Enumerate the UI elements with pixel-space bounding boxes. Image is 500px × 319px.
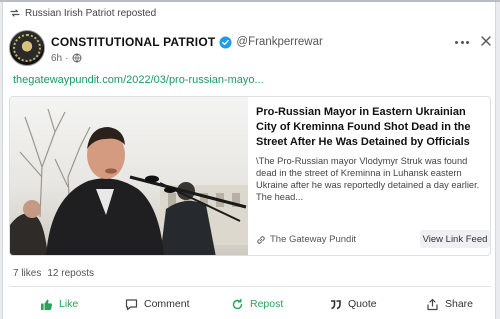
link-icon <box>256 235 266 245</box>
share-button[interactable]: Share <box>426 296 473 312</box>
repost-text: Russian Irish Patriot reposted <box>25 7 157 19</box>
view-link-feed-button[interactable]: View Link Feed <box>420 230 490 248</box>
meta-separator: · <box>65 52 69 64</box>
repost-icon <box>9 7 21 19</box>
link-preview-source-name: The Gateway Pundit <box>270 234 357 245</box>
likes-count[interactable]: 7 likes <box>13 268 41 279</box>
quote-button[interactable]: Quote <box>329 296 377 312</box>
like-label: Like <box>59 298 79 310</box>
author-name[interactable]: CONSTITUTIONAL PATRIOT <box>51 35 215 49</box>
quote-icon <box>329 298 342 311</box>
share-icon <box>426 298 439 311</box>
reposts-count[interactable]: 12 reposts <box>47 268 94 279</box>
repost-button[interactable]: Repost <box>231 296 283 312</box>
post-link[interactable]: thegatewaypundit.com/2022/03/pro-russian… <box>13 74 264 86</box>
link-preview-image[interactable] <box>10 97 248 255</box>
share-label: Share <box>445 298 474 310</box>
comment-button[interactable]: Comment <box>125 296 190 312</box>
post-card: Russian Irish Patriot reposted CONSTITUT… <box>2 2 496 319</box>
actions-divider <box>9 286 491 287</box>
post-actions-bar: Like Comment Repost Quote Share <box>3 292 497 316</box>
more-options-icon[interactable] <box>455 37 469 47</box>
link-preview-body: Pro-Russian Mayor in Eastern Ukrainian C… <box>256 97 490 255</box>
engagement-stats: 7 likes 12 reposts <box>13 268 94 279</box>
comment-label: Comment <box>144 298 190 310</box>
link-preview-card[interactable]: Pro-Russian Mayor in Eastern Ukrainian C… <box>9 96 491 256</box>
link-preview-title[interactable]: Pro-Russian Mayor in Eastern Ukrainian C… <box>256 105 486 150</box>
repost-icon <box>231 298 244 311</box>
author-line: CONSTITUTIONAL PATRIOT @Frankperrewar <box>51 34 323 50</box>
public-globe-icon <box>72 53 82 63</box>
post-meta: 6h · <box>51 52 82 64</box>
thumbs-up-icon <box>40 298 53 311</box>
close-icon[interactable] <box>479 34 493 48</box>
post-time[interactable]: 6h <box>51 53 62 64</box>
link-preview-description: \The Pro-Russian mayor Vlodymyr Struk wa… <box>256 156 480 202</box>
author-handle[interactable]: @Frankperrewar <box>236 36 322 48</box>
link-preview-source: The Gateway Pundit <box>256 234 356 245</box>
verified-check-icon <box>219 36 232 49</box>
quote-label: Quote <box>348 298 377 310</box>
comment-icon <box>125 298 138 311</box>
repost-indicator: Russian Irish Patriot reposted <box>9 6 156 20</box>
repost-label: Repost <box>250 298 284 310</box>
like-button[interactable]: Like <box>40 296 78 312</box>
author-avatar[interactable] <box>9 30 45 66</box>
